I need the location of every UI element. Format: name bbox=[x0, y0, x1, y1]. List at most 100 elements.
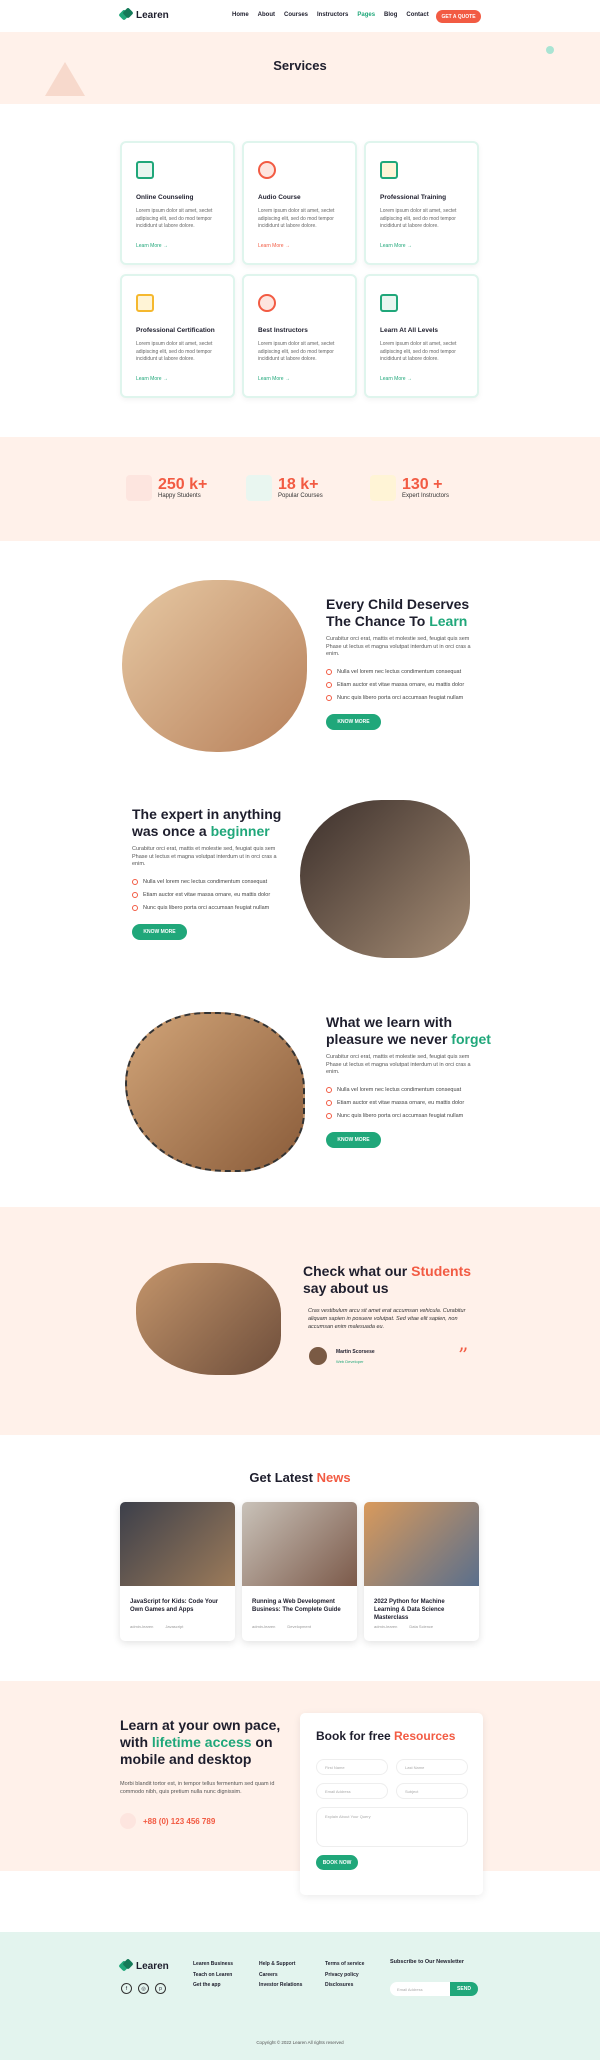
learn-more-link[interactable]: Learn More → bbox=[380, 376, 412, 382]
cta-heading: Learn at your own pace, with lifetime acc… bbox=[120, 1717, 281, 1767]
footer-link[interactable]: Terms of service bbox=[325, 1959, 364, 1970]
cta-desc: Morbi blandit tortor est, in tempor tell… bbox=[120, 1781, 275, 1795]
service-card[interactable]: Best Instructors Lorem ipsum dolor sit a… bbox=[242, 274, 357, 398]
course-icon bbox=[246, 475, 272, 501]
news-meta: admin-learen Data Science bbox=[374, 1624, 434, 1629]
stat-value: 18 k+ bbox=[278, 476, 319, 493]
service-desc: Lorem ipsum dolor sit amet, sectet adipi… bbox=[258, 208, 335, 229]
know-more-button[interactable]: KNOW MORE bbox=[326, 1131, 381, 1148]
stat-label: Popular Courses bbox=[278, 493, 323, 499]
nav-courses[interactable]: Courses bbox=[284, 12, 308, 18]
know-more-button[interactable]: KNOW MORE bbox=[132, 923, 187, 940]
learn-more-link[interactable]: Learn More → bbox=[136, 376, 168, 382]
footer-logo[interactable]: Learen bbox=[120, 1960, 169, 1972]
book-now-button[interactable]: BOOK NOW bbox=[316, 1855, 358, 1870]
news-meta: admin-learen Development bbox=[252, 1624, 311, 1629]
pinterest-icon[interactable]: p bbox=[155, 1983, 166, 1994]
logo-icon bbox=[120, 1960, 132, 1972]
testimonial-image bbox=[136, 1263, 281, 1375]
footer: Learen f ◎ p Learen Business Teach on Lea… bbox=[0, 1932, 600, 2060]
form-heading: Book for free Resources bbox=[316, 1729, 456, 1743]
footer-link[interactable]: Teach on Learen bbox=[193, 1970, 233, 1981]
footer-link[interactable]: Learen Business bbox=[193, 1959, 233, 1970]
feature-image-girl bbox=[125, 1012, 305, 1172]
first-name-field[interactable]: First Name bbox=[316, 1759, 388, 1775]
trophy-icon bbox=[136, 294, 154, 312]
news-heading: Get Latest News bbox=[249, 1470, 351, 1485]
news-title[interactable]: Running a Web Development Business: The … bbox=[252, 1598, 348, 1614]
stat-label: Happy Students bbox=[158, 493, 201, 499]
last-name-field[interactable]: Last Name bbox=[396, 1759, 468, 1775]
newsletter-send-button[interactable]: SEND bbox=[450, 1982, 478, 1996]
service-title: Learn At All Levels bbox=[380, 327, 439, 334]
stats-section: 250 k+ Happy Students 18 k+ Popular Course… bbox=[0, 437, 600, 541]
facebook-icon[interactable]: f bbox=[121, 1983, 132, 1994]
feature-heading: The expert in anything was once a beginne… bbox=[132, 806, 282, 839]
feature-bullet: Nunc quis libero porta orci accumsan feu… bbox=[132, 904, 287, 911]
learn-more-link[interactable]: Learn More → bbox=[258, 376, 290, 382]
know-more-button[interactable]: KNOW MORE bbox=[326, 713, 381, 730]
service-title: Professional Certification bbox=[136, 327, 215, 334]
instagram-icon[interactable]: ◎ bbox=[138, 1983, 149, 1994]
subject-field[interactable]: Subject bbox=[396, 1783, 468, 1799]
feature-heading: Every Child Deserves The Chance To Learn bbox=[326, 596, 470, 629]
learn-more-link[interactable]: Learn More → bbox=[136, 243, 168, 249]
reviewer-role: Web Developer bbox=[336, 1359, 364, 1364]
feature-heading: What we learn with pleasure we never forg… bbox=[326, 1014, 491, 1047]
phone-number[interactable]: +88 (0) 123 456 789 bbox=[143, 1817, 215, 1826]
feature-bullet: Etiam auctor est vitae massa ornare, eu … bbox=[132, 891, 287, 898]
nav-home[interactable]: Home bbox=[232, 12, 249, 18]
news-title[interactable]: JavaScript for Kids: Code Your Own Games… bbox=[130, 1598, 226, 1614]
service-title: Audio Course bbox=[258, 194, 301, 201]
footer-link[interactable]: Disclosures bbox=[325, 1980, 364, 1991]
feature-image-teacher bbox=[122, 580, 307, 752]
footer-link[interactable]: Investor Relations bbox=[259, 1980, 302, 1991]
newsletter-title: Subscribe to Our Newsletter bbox=[390, 1959, 464, 1965]
service-card[interactable]: Learn At All Levels Lorem ipsum dolor si… bbox=[364, 274, 479, 398]
feature-bullet: Etiam auctor est vitae massa ornare, eu … bbox=[326, 1099, 491, 1106]
news-card[interactable]: JavaScript for Kids: Code Your Own Games… bbox=[120, 1502, 235, 1641]
stat-instructors: 130 + Expert Instructors bbox=[370, 475, 449, 501]
service-card[interactable]: Professional Certification Lorem ipsum d… bbox=[120, 274, 235, 398]
newsletter-email-input[interactable]: Email Address bbox=[390, 1982, 450, 1996]
news-image bbox=[242, 1502, 357, 1586]
page-banner: Services bbox=[0, 32, 600, 104]
feature-image-students bbox=[300, 800, 470, 958]
footer-link[interactable]: Get the app bbox=[193, 1980, 233, 1991]
brand-name: Learen bbox=[136, 1960, 169, 1972]
news-card[interactable]: Running a Web Development Business: The … bbox=[242, 1502, 357, 1641]
footer-link[interactable]: Privacy policy bbox=[325, 1970, 364, 1981]
footer-link[interactable]: Help & Support bbox=[259, 1959, 302, 1970]
feature-bullet: Nulla vel lorem nec lectus condimentum c… bbox=[326, 668, 481, 675]
stat-value: 130 + bbox=[402, 476, 443, 493]
brand-name: Learen bbox=[136, 9, 169, 21]
service-card[interactable]: Audio Course Lorem ipsum dolor sit amet,… bbox=[242, 141, 357, 265]
brand-logo[interactable]: Learen bbox=[120, 9, 169, 21]
nav-about[interactable]: About bbox=[258, 12, 275, 18]
nav-blog[interactable]: Blog bbox=[384, 12, 397, 18]
news-card[interactable]: 2022 Python for Machine Learning & Data … bbox=[364, 1502, 479, 1641]
feature-bullet: Nunc quis libero porta orci accumsan feu… bbox=[326, 1112, 491, 1119]
service-title: Professional Training bbox=[380, 194, 447, 201]
get-quote-button[interactable]: GET A QUOTE bbox=[436, 10, 481, 23]
feature-list: Nulla vel lorem nec lectus condimentum c… bbox=[132, 878, 287, 911]
training-icon bbox=[380, 161, 398, 179]
message-field[interactable]: Explain About Your Query bbox=[316, 1807, 468, 1847]
main-menu: Home About Courses Instructors Pages Blo… bbox=[232, 12, 429, 18]
service-card[interactable]: Online Counseling Lorem ipsum dolor sit … bbox=[120, 141, 235, 265]
news-title[interactable]: 2022 Python for Machine Learning & Data … bbox=[374, 1598, 470, 1622]
stat-value: 250 k+ bbox=[158, 476, 208, 493]
stat-courses: 18 k+ Popular Courses bbox=[246, 475, 323, 501]
nav-pages[interactable]: Pages bbox=[357, 12, 375, 18]
service-card[interactable]: Professional Training Lorem ipsum dolor … bbox=[364, 141, 479, 265]
footer-link[interactable]: Careers bbox=[259, 1970, 302, 1981]
service-desc: Lorem ipsum dolor sit amet, sectet adipi… bbox=[258, 341, 335, 362]
nav-contact[interactable]: Contact bbox=[406, 12, 428, 18]
nav-instructors[interactable]: Instructors bbox=[317, 12, 348, 18]
feature-list: Nulla vel lorem nec lectus condimentum c… bbox=[326, 1086, 491, 1119]
feature-bullet: Etiam auctor est vitae massa ornare, eu … bbox=[326, 681, 481, 688]
learn-more-link[interactable]: Learn More → bbox=[258, 243, 290, 249]
email-field[interactable]: Email Address bbox=[316, 1783, 388, 1799]
feature-bullet: Nulla vel lorem nec lectus condimentum c… bbox=[326, 1086, 491, 1093]
learn-more-link[interactable]: Learn More → bbox=[380, 243, 412, 249]
